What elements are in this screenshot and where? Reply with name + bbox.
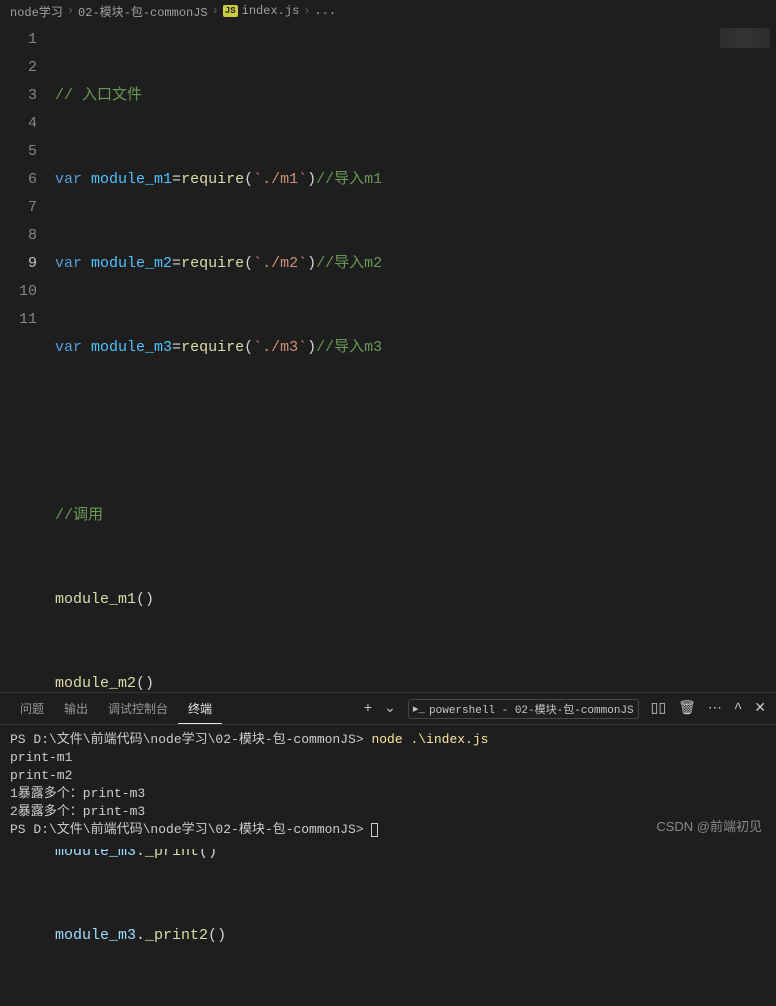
line-number: 4 (0, 110, 37, 138)
terminal-line: 1暴露多个：print-m3 (10, 786, 145, 801)
chevron-right-icon: › (212, 4, 219, 18)
code-line (55, 418, 776, 446)
close-icon[interactable]: ✕ (754, 700, 766, 717)
chevron-right-icon: › (67, 4, 74, 18)
chevron-right-icon: › (303, 4, 310, 18)
code-line: var module_m1=require(`./m1`)//导入m1 (55, 166, 776, 194)
breadcrumb[interactable]: node学习 › 02-模块-包-commonJS › JS index.js … (0, 0, 776, 22)
panel-actions: + ⌄ ▸_ powershell - 02-模块-包-commonJS ▯▯ … (364, 699, 766, 719)
line-number: 2 (0, 54, 37, 82)
breadcrumb-more[interactable]: ... (314, 4, 336, 18)
code-line: var module_m3=require(`./m3`)//导入m3 (55, 334, 776, 362)
line-number: 8 (0, 222, 37, 250)
terminal-line: print-m2 (10, 768, 72, 783)
trash-icon[interactable]: 🗑 (678, 700, 696, 717)
line-number: 1 (0, 26, 37, 54)
terminal-icon: ▸_ (413, 702, 425, 716)
code-line: var module_m2=require(`./m2`)//导入m2 (55, 250, 776, 278)
js-file-icon: JS (223, 5, 238, 17)
minimap[interactable] (720, 28, 770, 48)
code-line: module_m1() (55, 586, 776, 614)
line-number: 9 (0, 250, 37, 278)
watermark: CSDN @前端初见 (656, 816, 762, 835)
line-number: 11 (0, 306, 37, 334)
breadcrumb-file[interactable]: index.js (242, 4, 300, 18)
line-number: 5 (0, 138, 37, 166)
terminal-command: node .\index.js (371, 732, 488, 747)
new-terminal-button[interactable]: + (364, 701, 372, 717)
terminal-cursor (371, 823, 378, 837)
tab-output[interactable]: 输出 (54, 694, 98, 723)
terminal-prompt: PS D:\文件\前端代码\node学习\02-模块-包-commonJS> (10, 822, 371, 837)
panel-tabs: 问题 输出 调试控制台 终端 + ⌄ ▸_ powershell - 02-模块… (0, 693, 776, 725)
line-gutter: 1 2 3 4 5 6 7 8 9 10 11 (0, 22, 55, 692)
tab-debug-console[interactable]: 调试控制台 (98, 694, 178, 723)
terminal-selector[interactable]: ▸_ powershell - 02-模块-包-commonJS (408, 699, 639, 719)
terminal-line: 2暴露多个：print-m3 (10, 804, 145, 819)
line-number: 6 (0, 166, 37, 194)
terminal-name: powershell - 02-模块-包-commonJS (429, 701, 634, 717)
line-number: 10 (0, 278, 37, 306)
code-line: module_m3._print2() (55, 922, 776, 950)
breadcrumb-seg[interactable]: node学习 (10, 3, 63, 20)
maximize-icon[interactable]: ^ (734, 701, 742, 717)
terminal-prompt: PS D:\文件\前端代码\node学习\02-模块-包-commonJS> (10, 732, 371, 747)
terminal-line: print-m1 (10, 750, 72, 765)
code-line: //调用 (55, 502, 776, 530)
line-number: 3 (0, 82, 37, 110)
breadcrumb-seg[interactable]: 02-模块-包-commonJS (78, 3, 208, 20)
split-terminal-icon[interactable]: ▯▯ (651, 700, 666, 717)
tab-terminal[interactable]: 终端 (178, 694, 222, 724)
more-icon[interactable]: ⋯ (708, 700, 722, 717)
code-line: // 入口文件 (55, 82, 776, 110)
tab-problems[interactable]: 问题 (10, 694, 54, 723)
chevron-down-icon[interactable]: ⌄ (384, 700, 396, 717)
editor[interactable]: 1 2 3 4 5 6 7 8 9 10 11 // 入口文件 var modu… (0, 22, 776, 692)
line-number: 7 (0, 194, 37, 222)
code-content[interactable]: // 入口文件 var module_m1=require(`./m1`)//导… (55, 22, 776, 692)
